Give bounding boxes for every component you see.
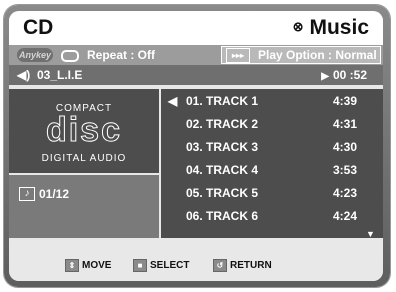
footer: ⇕ MOVE ■ SELECT ↺ RETURN bbox=[9, 248, 383, 281]
scroll-down-icon[interactable]: ▼ bbox=[366, 229, 375, 239]
track-duration: 4:39 bbox=[333, 94, 358, 108]
select-icon: ■ bbox=[133, 259, 147, 272]
speaker-icon: ◀) bbox=[17, 68, 31, 82]
play-option-label: Play Option : Normal bbox=[258, 48, 377, 62]
track-count: 01/12 bbox=[39, 187, 70, 201]
return-icon: ↺ bbox=[213, 259, 227, 272]
mode-label: ⊗ Music bbox=[293, 16, 369, 40]
info-bar: Anykey Repeat : Off ▸▸▸ Play Option : No… bbox=[9, 45, 383, 65]
disc-icon: ⊗ bbox=[292, 19, 304, 34]
select-hint: SELECT bbox=[150, 260, 190, 271]
track-duration: 4:23 bbox=[333, 186, 358, 200]
music-note-icon: ♪ bbox=[19, 187, 35, 201]
track-name: 02. TRACK 2 bbox=[186, 117, 259, 131]
track-duration: 4:30 bbox=[333, 140, 358, 154]
track-row[interactable]: 04. TRACK 4 3:53 bbox=[161, 160, 383, 180]
track-row[interactable]: ◀ 01. TRACK 1 4:39 bbox=[161, 91, 383, 111]
track-duration: 3:53 bbox=[333, 163, 358, 177]
track-count-panel: ♪ 01/12 bbox=[9, 175, 159, 238]
elapsed-time: ▶ 00 :52 bbox=[321, 68, 367, 82]
repeat-icon bbox=[61, 50, 79, 62]
logo-disc: disc bbox=[45, 111, 123, 150]
elapsed-time-value: 00 :52 bbox=[332, 68, 367, 82]
track-name: 03. TRACK 3 bbox=[186, 140, 259, 154]
track-name: 01. TRACK 1 bbox=[186, 94, 259, 108]
move-hint: MOVE bbox=[82, 260, 112, 271]
status-bar: ◀) 03_L.I.E ▶ 00 :52 bbox=[9, 65, 383, 85]
track-row[interactable]: 05. TRACK 5 4:23 bbox=[161, 183, 383, 203]
anykey-button[interactable]: Anykey bbox=[17, 48, 53, 62]
logo-digital-audio: DIGITAL AUDIO bbox=[41, 153, 127, 164]
repeat-status[interactable]: Repeat : Off bbox=[87, 48, 155, 62]
track-name: 05. TRACK 5 bbox=[186, 186, 259, 200]
track-name: 04. TRACK 4 bbox=[186, 163, 259, 177]
return-hint: RETURN bbox=[230, 260, 272, 271]
play-icon: ▶ bbox=[321, 71, 329, 82]
header: CD ⊗ Music bbox=[9, 11, 383, 45]
current-file: 03_L.I.E bbox=[37, 68, 83, 82]
track-row[interactable]: 02. TRACK 2 4:31 bbox=[161, 114, 383, 134]
track-duration: 4:24 bbox=[333, 209, 358, 223]
track-name: 06. TRACK 6 bbox=[186, 209, 259, 223]
track-duration: 4:31 bbox=[333, 117, 358, 131]
play-option-selector[interactable]: ▸▸▸ Play Option : Normal bbox=[221, 46, 381, 64]
info-panel: COMPACT disc DIGITAL AUDIO ♪ 01/12 bbox=[9, 89, 159, 238]
play-option-icon: ▸▸▸ bbox=[226, 48, 250, 63]
track-list: ◀ 01. TRACK 1 4:39 02. TRACK 2 4:31 03. … bbox=[161, 89, 383, 239]
osd-screen: CD ⊗ Music Anykey Repeat : Off ▸▸▸ Play O… bbox=[9, 11, 383, 281]
mode-text: Music bbox=[309, 16, 369, 39]
move-icon: ⇕ bbox=[65, 259, 79, 272]
now-playing-icon: ◀ bbox=[168, 94, 178, 108]
page-title: CD bbox=[23, 16, 54, 39]
compact-disc-logo: COMPACT disc DIGITAL AUDIO bbox=[9, 89, 159, 173]
track-row[interactable]: 06. TRACK 6 4:24 bbox=[161, 206, 383, 226]
track-row[interactable]: 03. TRACK 3 4:30 bbox=[161, 137, 383, 157]
